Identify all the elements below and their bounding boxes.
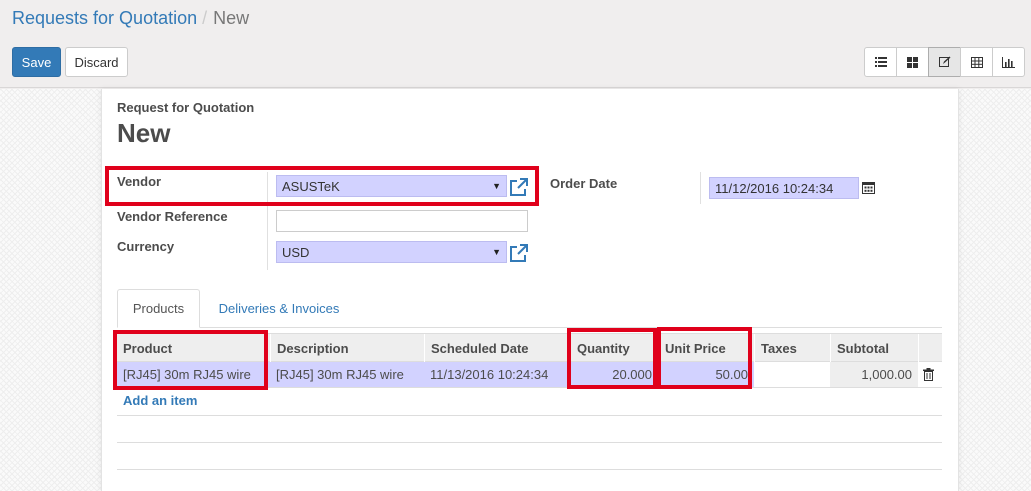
doc-type-label: Request for Quotation bbox=[117, 100, 255, 115]
table-divider bbox=[117, 469, 942, 470]
doc-name-title: New bbox=[117, 118, 171, 148]
cell-unit-price[interactable]: 50.00 bbox=[658, 362, 754, 387]
cell-scheduled-date[interactable]: 11/13/2016 10:24:34 bbox=[424, 362, 570, 387]
form-view-button[interactable] bbox=[928, 47, 961, 77]
cell-description[interactable]: [RJ45] 30m RJ45 wire bbox=[270, 362, 424, 387]
currency-value: USD bbox=[282, 245, 310, 260]
view-switcher bbox=[864, 47, 1025, 77]
list-view-icon bbox=[874, 57, 887, 67]
graph-view-button[interactable] bbox=[992, 47, 1025, 77]
column-header-taxes[interactable]: Taxes bbox=[754, 334, 830, 362]
cell-product[interactable]: [RJ45] 30m RJ45 wire bbox=[117, 362, 270, 387]
cell-taxes[interactable] bbox=[754, 362, 830, 387]
vendor-value: ASUSTeK bbox=[282, 179, 340, 194]
label-divider bbox=[267, 172, 268, 270]
column-header-subtotal[interactable]: Subtotal bbox=[830, 334, 918, 362]
kanban-view-button[interactable] bbox=[896, 47, 929, 77]
order-date-field[interactable]: 11/12/2016 10:24:34 bbox=[709, 177, 859, 199]
add-item-link[interactable]: Add an item bbox=[123, 393, 197, 408]
save-button[interactable]: Save bbox=[12, 47, 61, 77]
calendar-icon[interactable] bbox=[862, 181, 875, 194]
breadcrumb-separator: / bbox=[202, 8, 208, 28]
form-view-icon bbox=[938, 56, 950, 67]
control-panel: Requests for Quotation / New Save Discard bbox=[0, 0, 1031, 88]
breadcrumb: Requests for Quotation / New bbox=[12, 8, 249, 29]
cell-subtotal: 1,000.00 bbox=[830, 362, 918, 387]
column-header-unit-price[interactable]: Unit Price bbox=[658, 334, 754, 362]
table-divider bbox=[117, 415, 942, 416]
list-view-button[interactable] bbox=[864, 47, 897, 77]
vendor-label: Vendor bbox=[117, 174, 162, 189]
table-divider bbox=[117, 442, 942, 443]
order-date-label: Order Date bbox=[550, 176, 618, 191]
currency-label: Currency bbox=[117, 239, 175, 254]
pivot-view-button[interactable] bbox=[960, 47, 993, 77]
pivot-view-icon bbox=[970, 56, 983, 68]
cell-quantity[interactable]: 20.000 bbox=[570, 362, 658, 387]
column-header-product[interactable]: Product bbox=[117, 334, 270, 362]
discard-button[interactable]: Discard bbox=[65, 47, 128, 77]
table-row[interactable]: [RJ45] 30m RJ45 wire [RJ45] 30m RJ45 wir… bbox=[117, 362, 942, 388]
breadcrumb-current: New bbox=[213, 8, 250, 28]
currency-external-link-icon[interactable] bbox=[509, 243, 529, 263]
tab-deliveries-invoices[interactable]: Deliveries & Invoices bbox=[208, 289, 350, 328]
graph-view-icon bbox=[1002, 56, 1015, 68]
vendor-reference-field[interactable] bbox=[276, 210, 528, 232]
order-date-divider bbox=[700, 172, 701, 204]
column-header-description[interactable]: Description bbox=[270, 334, 424, 362]
vendor-reference-label: Vendor Reference bbox=[117, 209, 228, 224]
tab-products[interactable]: Products bbox=[117, 289, 200, 328]
breadcrumb-parent-link[interactable]: Requests for Quotation bbox=[12, 8, 197, 28]
currency-field[interactable]: USD ▼ bbox=[276, 241, 507, 263]
currency-dropdown-arrow-icon[interactable]: ▼ bbox=[492, 247, 501, 257]
trash-icon[interactable] bbox=[923, 368, 934, 381]
vendor-external-link-icon[interactable] bbox=[509, 177, 529, 197]
order-lines-header: Product Description Scheduled Date Quant… bbox=[117, 333, 942, 362]
column-header-actions bbox=[918, 334, 942, 362]
vendor-field[interactable]: ASUSTeK ▼ bbox=[276, 175, 507, 197]
column-header-quantity[interactable]: Quantity bbox=[570, 334, 658, 362]
vendor-dropdown-arrow-icon[interactable]: ▼ bbox=[492, 181, 501, 191]
column-header-scheduled-date[interactable]: Scheduled Date bbox=[424, 334, 570, 362]
kanban-view-icon bbox=[907, 56, 918, 68]
